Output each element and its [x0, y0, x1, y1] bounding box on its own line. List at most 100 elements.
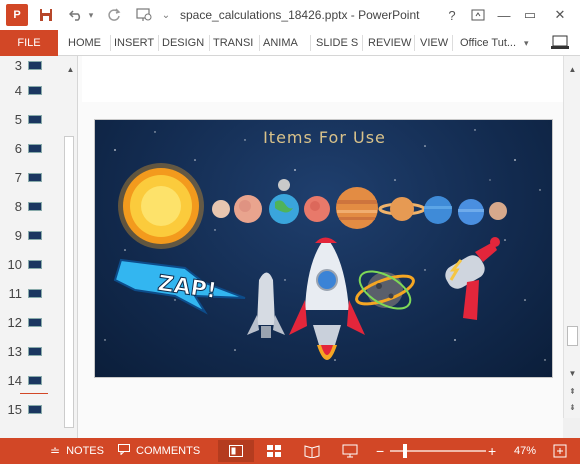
tab-view[interactable]: VIEW	[420, 30, 448, 56]
slide-number: 15	[7, 402, 22, 417]
slide-number: 5	[14, 112, 22, 127]
tab-review[interactable]: REVIEW	[368, 30, 411, 56]
slide-number: 14	[7, 373, 22, 388]
zoom-in-button[interactable]: +	[488, 438, 496, 464]
slide-thumbnail[interactable]: 14	[0, 371, 62, 391]
tab-separator	[414, 35, 415, 51]
user-avatar-icon[interactable]	[550, 34, 570, 52]
zoom-out-button[interactable]: −	[376, 438, 384, 464]
fit-to-window-icon[interactable]	[552, 443, 568, 459]
slide-number: 3	[14, 58, 22, 73]
tab-separator	[452, 35, 453, 51]
slide-thumbnail[interactable]: 15	[0, 400, 62, 420]
normal-view-button[interactable]	[218, 440, 254, 462]
slide-thumbnail-image	[28, 405, 42, 414]
slide-number: 7	[14, 170, 22, 185]
notes-icon: ≐	[50, 444, 61, 458]
zoom-slider-thumb[interactable]	[403, 444, 407, 458]
tab-slide-show[interactable]: SLIDE S	[316, 30, 358, 56]
slide-number: 11	[8, 286, 23, 301]
restore-icon[interactable]: ▭	[520, 5, 540, 25]
user-account[interactable]: Office Tut... ▾	[460, 30, 529, 56]
reading-view-icon[interactable]	[304, 444, 320, 459]
slide-thumbnail-image	[28, 61, 42, 70]
slide-thumbnail[interactable]: 4	[0, 81, 62, 101]
user-name: Office Tut...	[460, 37, 517, 49]
slide-thumbnail[interactable]: 3	[0, 56, 62, 76]
tab-separator	[158, 35, 159, 51]
slide-sorter-icon[interactable]	[266, 444, 282, 458]
slide-thumbnail[interactable]: 6	[0, 139, 62, 159]
tab-separator	[110, 35, 111, 51]
slide-number: 9	[14, 228, 22, 243]
undo-icon[interactable]	[66, 6, 86, 24]
slide-number: 13	[7, 344, 22, 359]
status-bar: ≐ NOTES COMMENTS − + 47%	[0, 438, 580, 464]
powerpoint-logo: P	[6, 4, 28, 26]
slide-thumbnail[interactable]: 7	[0, 168, 62, 188]
slide-thumbnail[interactable]: 10	[0, 255, 62, 275]
scrollbar-thumb[interactable]	[64, 136, 74, 428]
slide-show-icon[interactable]	[342, 444, 358, 458]
slide-art: ZAP!	[104, 129, 546, 361]
comments-label: COMMENTS	[136, 445, 201, 457]
tab-home[interactable]: HOME	[68, 30, 101, 56]
slide-thumbnail-image	[28, 376, 42, 385]
slide-thumbnail[interactable]: 5	[0, 110, 62, 130]
tab-transitions[interactable]: TRANSI	[213, 30, 253, 56]
tab-insert[interactable]: INSERT	[114, 30, 154, 56]
slide-thumbnail[interactable]: 13	[0, 342, 62, 362]
slide-canvas[interactable]: ZAP! Items For Use	[94, 119, 553, 378]
tab-separator	[209, 35, 210, 51]
slide-thumbnail-image	[28, 289, 42, 298]
scroll-up-icon[interactable]: ▲	[567, 64, 578, 75]
slide-thumbnail-image	[28, 318, 42, 327]
small-rocket	[247, 272, 285, 338]
scroll-down-icon[interactable]: ▼	[567, 368, 578, 379]
slide-number: 4	[14, 83, 22, 98]
redo-icon[interactable]	[104, 6, 124, 24]
pluto	[489, 202, 507, 220]
title-bar: P ▾ ⌄ space_calculations_18426.pptx - Po…	[0, 0, 580, 30]
tab-design[interactable]: DESIGN	[162, 30, 204, 56]
notes-label: NOTES	[66, 445, 104, 457]
help-icon[interactable]: ?	[442, 5, 462, 25]
thumbnail-scrollbar[interactable]: ▲	[62, 56, 76, 438]
zap-text: ZAP!	[156, 271, 218, 304]
ringed-planet	[355, 270, 415, 310]
slide-number: 6	[14, 141, 22, 156]
slide-thumbnail-image	[28, 115, 42, 124]
zoom-level[interactable]: 47%	[514, 438, 536, 464]
slide-title[interactable]: Items For Use	[95, 128, 552, 147]
ribbon-display-icon[interactable]	[468, 5, 488, 25]
next-slide-icon[interactable]: ⇟	[567, 402, 578, 413]
close-icon[interactable]: ✕	[550, 5, 570, 25]
previous-slide-icon[interactable]: ⇞	[567, 386, 578, 397]
slide-thumbnail[interactable]: 9	[0, 226, 62, 246]
jupiter	[336, 187, 378, 229]
vertical-scrollbar[interactable]: ▲ ▼ ⇞ ⇟	[563, 56, 580, 418]
mercury	[212, 200, 230, 218]
minimize-icon[interactable]: —	[494, 5, 514, 25]
big-rocket	[289, 237, 365, 360]
scrollbar-thumb[interactable]	[567, 326, 578, 346]
user-caret-icon: ▾	[524, 37, 529, 48]
slide-thumbnail-image	[28, 86, 42, 95]
qat-customize-icon[interactable]: ⌄	[160, 6, 172, 24]
tab-animations[interactable]: ANIMA	[263, 30, 298, 56]
slide-thumbnail[interactable]: 11	[0, 284, 62, 304]
notes-button[interactable]: ≐ NOTES	[50, 438, 104, 464]
scroll-up-icon[interactable]: ▲	[65, 64, 76, 75]
file-tab[interactable]: FILE	[0, 30, 58, 56]
slide-thumbnail[interactable]: 8	[0, 197, 62, 217]
ribbon-tab-bar: FILE HOME INSERT DESIGN TRANSI ANIMA SLI…	[0, 30, 580, 56]
previous-slide-edge	[82, 56, 563, 102]
insertion-marker	[20, 393, 48, 394]
slide-thumbnail[interactable]: 12	[0, 313, 62, 333]
save-icon[interactable]	[36, 6, 56, 24]
undo-dropdown-icon[interactable]: ▾	[86, 6, 96, 24]
slide-thumbnail-image	[28, 202, 42, 211]
comments-button[interactable]: COMMENTS	[118, 438, 200, 464]
slide-thumbnail-image	[28, 144, 42, 153]
present-icon[interactable]	[134, 6, 154, 24]
